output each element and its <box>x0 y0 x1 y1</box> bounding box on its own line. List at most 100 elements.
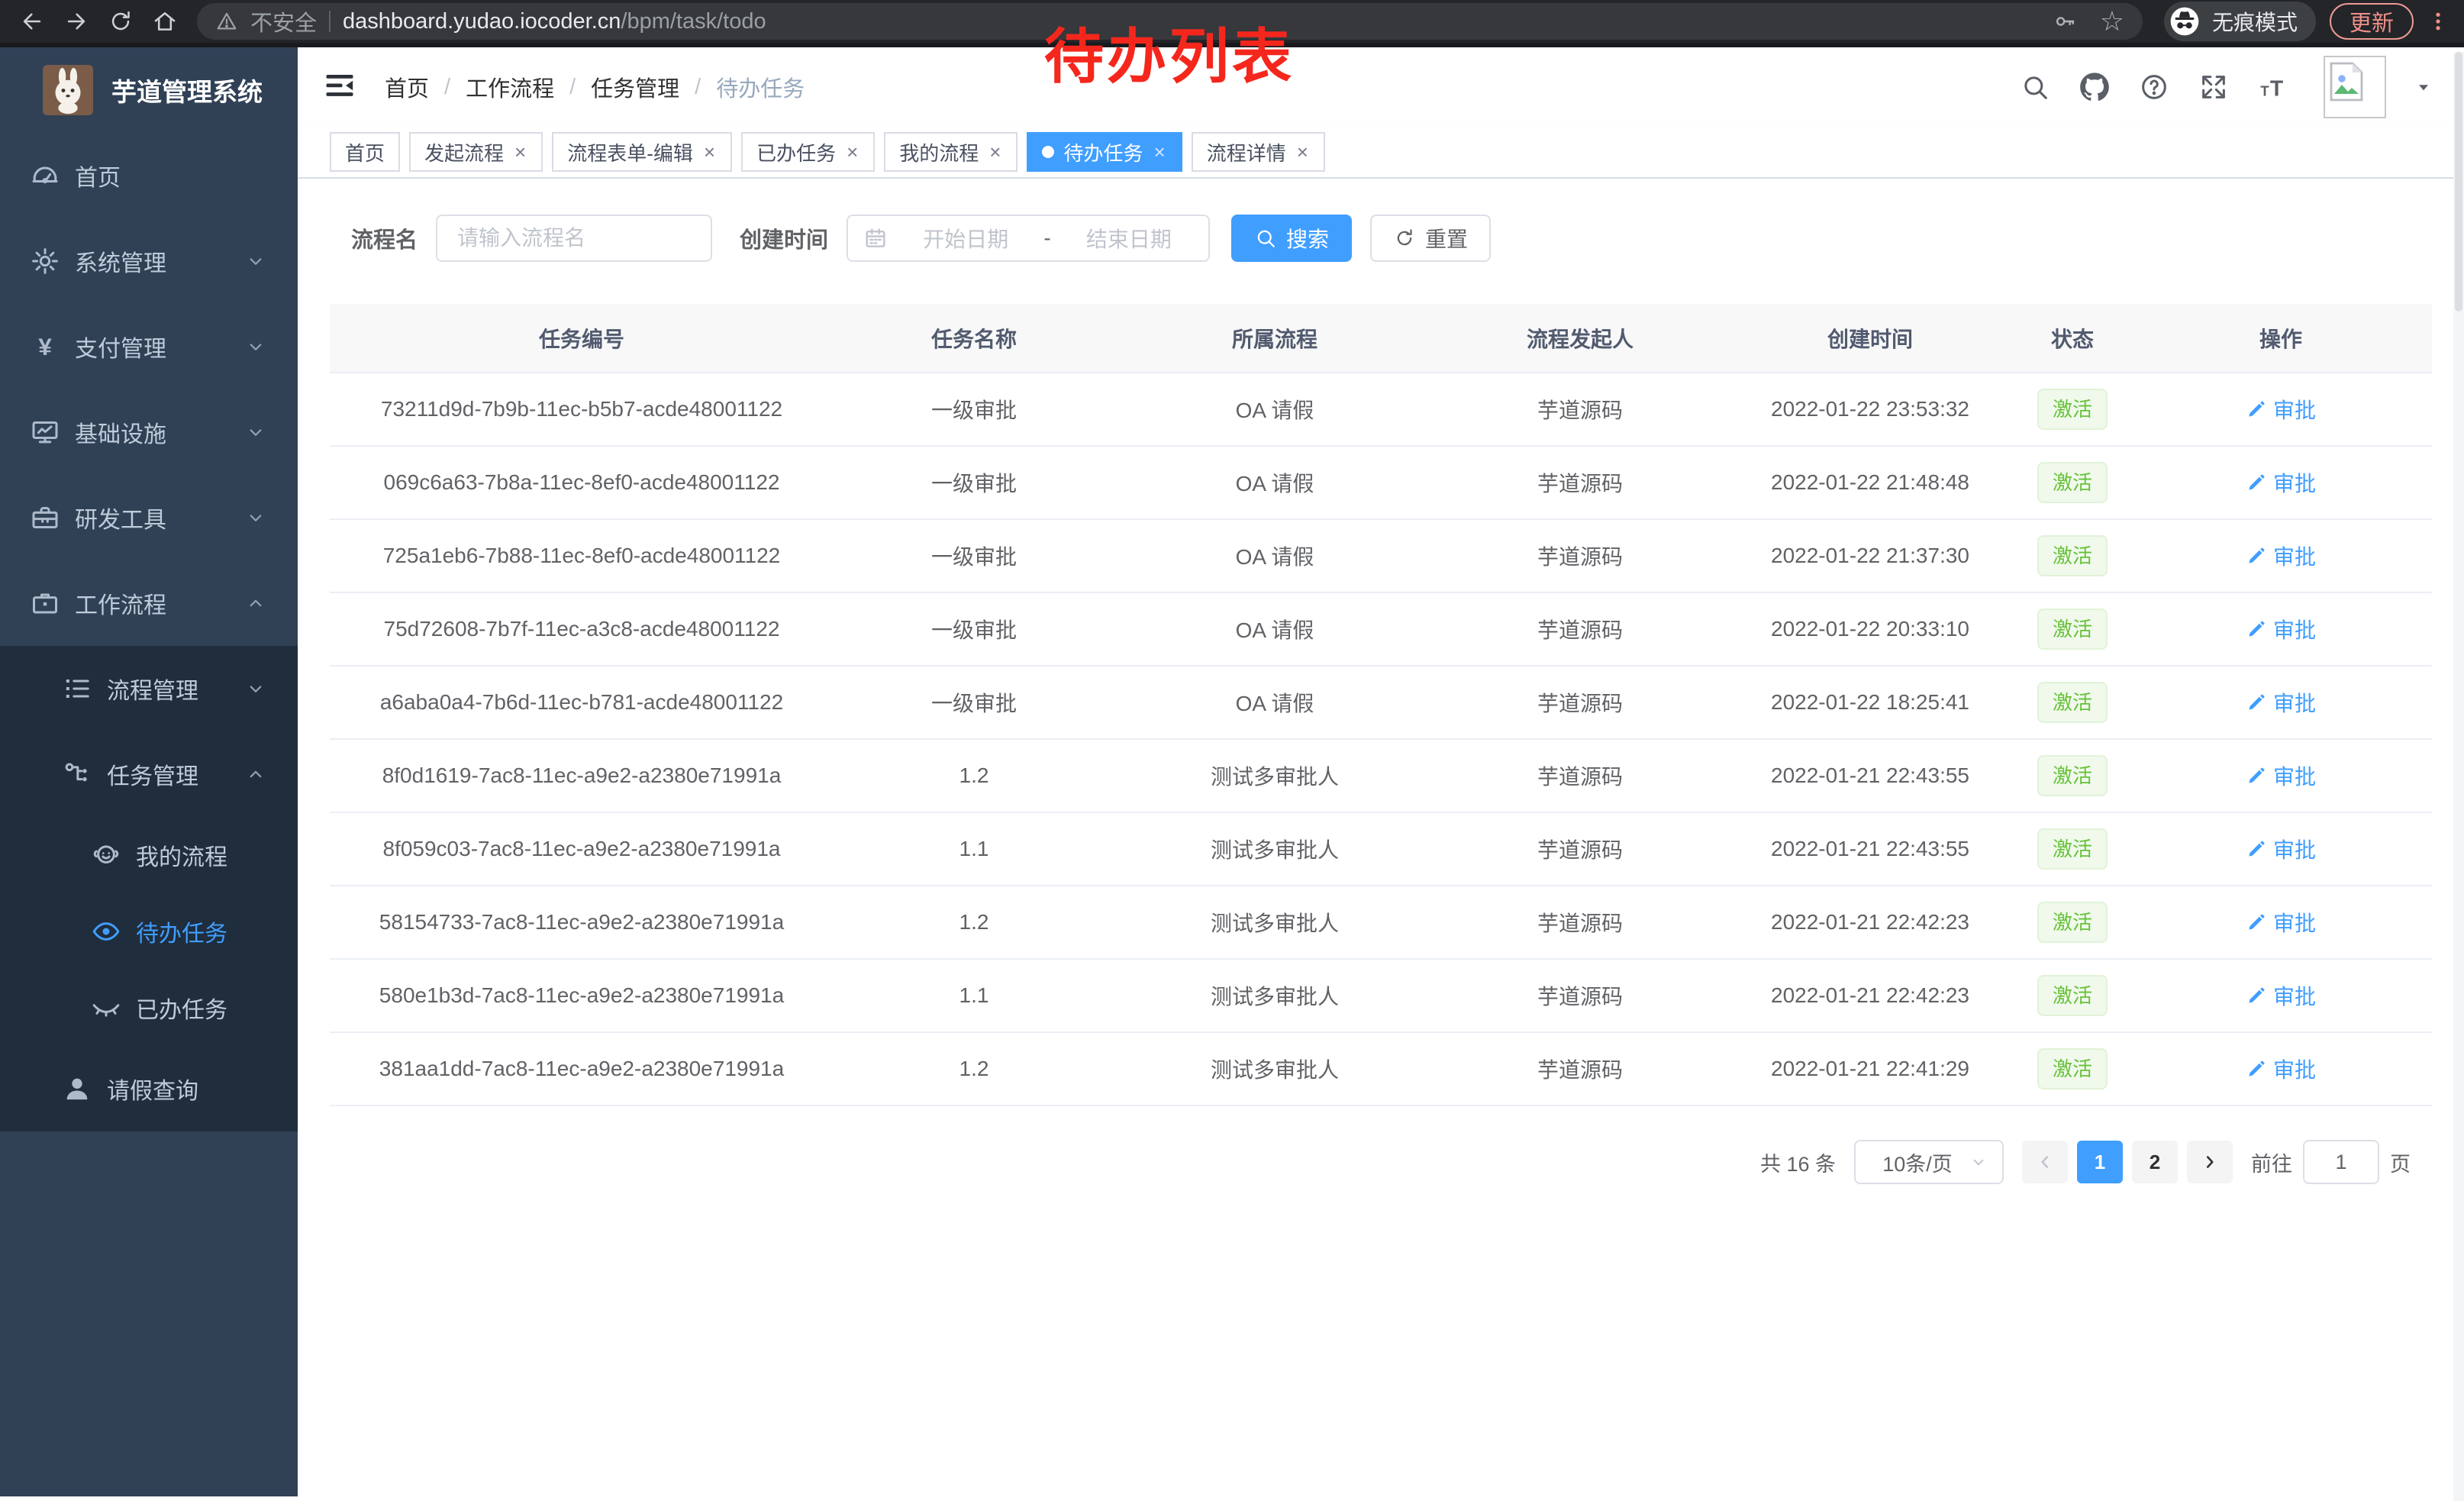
breadcrumb-item[interactable]: 任务管理 <box>591 71 679 103</box>
search-icon[interactable] <box>2018 70 2052 104</box>
sidebar-item-label: 工作流程 <box>75 586 166 620</box>
page-size-select[interactable]: 10条/页 <box>1854 1140 2004 1184</box>
tab-done-task[interactable]: 已办任务× <box>741 132 875 172</box>
chevron-down-icon <box>244 335 267 358</box>
browser-menu-icon[interactable] <box>2424 3 2452 40</box>
back-icon[interactable] <box>12 2 52 41</box>
hamburger-icon[interactable] <box>324 69 359 105</box>
sidebar: 芋道管理系统 首页系统管理 ¥支付管理基础设施研发工具工作流程流程管理任务管理我的… <box>0 47 298 1496</box>
sidebar-item-system[interactable]: 系统管理 <box>0 218 298 304</box>
todo-task-table: 任务编号 任务名称 所属流程 流程发起人 创建时间 状态 操作 73211d9d… <box>330 304 2432 1106</box>
sidebar-item-infra[interactable]: 基础设施 <box>0 389 298 475</box>
page-button-1[interactable]: 1 <box>2077 1141 2123 1183</box>
approve-link[interactable]: 审批 <box>2246 614 2316 644</box>
table-row: 58154733-7ac8-11ec-a9e2-a2380e71991a1.2测… <box>330 886 2432 959</box>
sidebar-item-home[interactable]: 首页 <box>0 133 298 218</box>
prev-page-button[interactable] <box>2022 1141 2068 1183</box>
sidebar-item-label: 首页 <box>75 159 121 192</box>
sidebar-item-label: 基础设施 <box>75 415 166 449</box>
close-icon[interactable]: × <box>1153 142 1167 162</box>
font-size-icon[interactable]: TT <box>2256 70 2290 104</box>
tab-my-process[interactable]: 我的流程× <box>884 132 1018 172</box>
tab-label: 流程表单-编辑 <box>567 138 693 166</box>
col-task-id: 任务编号 <box>330 304 834 373</box>
approve-link[interactable]: 审批 <box>2246 687 2316 718</box>
pagination: 共 16 条 10条/页 1 2 前往 页 <box>330 1140 2464 1184</box>
bookmark-star-icon[interactable]: ☆ <box>2100 8 2124 35</box>
reset-button[interactable]: 重置 <box>1370 215 1491 262</box>
fullscreen-icon[interactable] <box>2197 70 2230 104</box>
page-scrollbar[interactable] <box>2453 52 2464 1501</box>
sidebar-menu: 首页系统管理 ¥支付管理基础设施研发工具工作流程流程管理任务管理我的流程待办任务已… <box>0 133 298 1131</box>
sidebar-item-my-process[interactable]: 我的流程 <box>0 817 298 893</box>
sidebar-item-done-task[interactable]: 已办任务 <box>0 970 298 1046</box>
approve-link[interactable]: 审批 <box>2246 394 2316 424</box>
approve-link[interactable]: 审批 <box>2246 1054 2316 1084</box>
help-icon[interactable] <box>2137 70 2171 104</box>
goto-label: 前往 <box>2251 1148 2292 1177</box>
close-icon[interactable]: × <box>702 142 717 162</box>
create-time-cell: 2022-01-22 23:53:32 <box>1725 373 2015 446</box>
approve-link[interactable]: 审批 <box>2246 541 2316 571</box>
starter-cell: 芋道源码 <box>1435 1032 1725 1106</box>
tag-view-bar: 首页发起流程×流程表单-编辑×已办任务×我的流程×待办任务×流程详情× <box>298 127 2464 179</box>
avatar[interactable] <box>2324 56 2386 118</box>
approve-link[interactable]: 审批 <box>2246 834 2316 864</box>
close-icon[interactable]: × <box>1295 142 1310 162</box>
avatar-caret-icon[interactable] <box>2414 77 2433 97</box>
close-icon[interactable]: × <box>513 142 527 162</box>
monitor-icon <box>27 417 63 447</box>
approve-link[interactable]: 审批 <box>2246 980 2316 1011</box>
process-cell: OA 请假 <box>1114 446 1435 519</box>
sidebar-item-process-mgmt[interactable]: 流程管理 <box>0 646 298 731</box>
sidebar-item-label: 研发工具 <box>75 501 166 534</box>
create-time-cell: 2022-01-22 21:48:48 <box>1725 446 2015 519</box>
tab-form-edit[interactable]: 流程表单-编辑 × <box>552 132 732 172</box>
sidebar-item-leave-query[interactable]: 请假查询 <box>0 1046 298 1131</box>
eye-icon <box>89 916 124 947</box>
tab-home[interactable]: 首页 <box>330 132 400 172</box>
status-badge: 激活 <box>2037 975 2108 1016</box>
date-range-picker[interactable]: 开始日期 - 结束日期 <box>847 215 1210 262</box>
sidebar-item-payment[interactable]: ¥支付管理 <box>0 304 298 389</box>
breadcrumb-item[interactable]: 首页 <box>385 71 429 103</box>
home-icon[interactable] <box>145 2 185 41</box>
sidebar-item-workflow[interactable]: 工作流程 <box>0 560 298 646</box>
tab-todo-task[interactable]: 待办任务× <box>1027 132 1182 172</box>
incognito-icon <box>2168 5 2201 38</box>
tab-start-process[interactable]: 发起流程× <box>409 132 543 172</box>
tab-process-detail[interactable]: 流程详情× <box>1192 132 1325 172</box>
reload-icon[interactable] <box>101 2 140 41</box>
edit-icon <box>2246 618 2267 640</box>
close-icon[interactable]: × <box>988 142 1002 162</box>
goto-page-input[interactable] <box>2303 1140 2379 1184</box>
process-cell: OA 请假 <box>1114 666 1435 739</box>
task-name-cell: 1.1 <box>834 959 1114 1032</box>
dashboard-icon <box>27 160 63 191</box>
sidebar-item-label: 系统管理 <box>75 244 166 278</box>
sidebar-item-todo-task[interactable]: 待办任务 <box>0 893 298 970</box>
update-button[interactable]: 更新 <box>2330 3 2414 40</box>
close-icon[interactable]: × <box>845 142 859 162</box>
process-cell: 测试多审批人 <box>1114 1032 1435 1106</box>
breadcrumb-item[interactable]: 工作流程 <box>466 71 554 103</box>
sidebar-item-task-mgmt[interactable]: 任务管理 <box>0 731 298 817</box>
key-icon[interactable] <box>2053 9 2077 34</box>
approve-link[interactable]: 审批 <box>2246 760 2316 791</box>
logo-row[interactable]: 芋道管理系统 <box>0 47 298 133</box>
table-body: 73211d9d-7b9b-11ec-b5b7-acde48001122一级审批… <box>330 373 2432 1106</box>
process-name-input[interactable] <box>436 215 712 262</box>
sidebar-item-devtools[interactable]: 研发工具 <box>0 475 298 560</box>
search-button[interactable]: 搜索 <box>1231 215 1352 262</box>
github-icon[interactable] <box>2078 70 2111 104</box>
status-badge: 激活 <box>2037 682 2108 723</box>
page-button-2[interactable]: 2 <box>2132 1141 2178 1183</box>
approve-link[interactable]: 审批 <box>2246 907 2316 938</box>
starter-cell: 芋道源码 <box>1435 592 1725 666</box>
approve-link[interactable]: 审批 <box>2246 467 2316 498</box>
edit-icon <box>2246 399 2267 420</box>
next-page-button[interactable] <box>2187 1141 2233 1183</box>
create-time-cell: 2022-01-21 22:43:55 <box>1725 812 2015 886</box>
forward-icon[interactable] <box>56 2 96 41</box>
process-cell: 测试多审批人 <box>1114 739 1435 812</box>
